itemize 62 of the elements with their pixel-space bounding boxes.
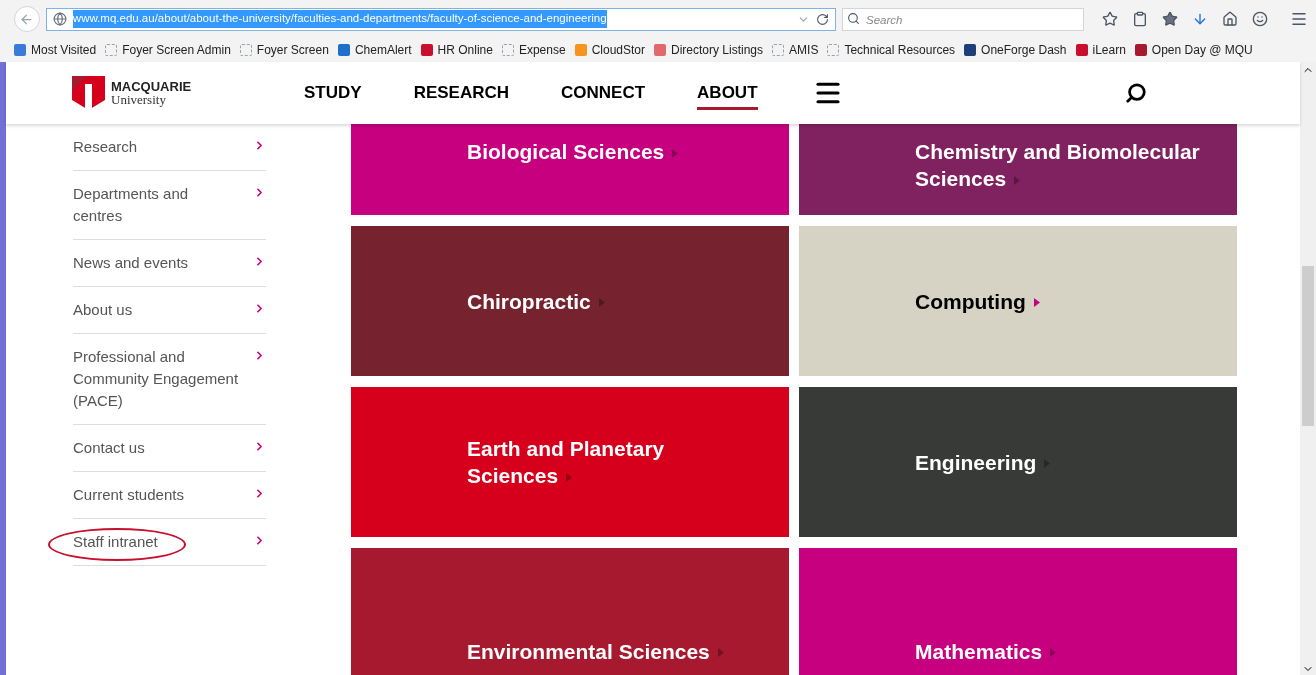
menu-icon[interactable]	[1290, 10, 1308, 28]
bookmark[interactable]: OneForge Dash	[964, 41, 1067, 59]
caret-icon	[598, 298, 605, 308]
sidebar-link[interactable]: Research	[73, 136, 241, 158]
caret-icon	[1050, 648, 1057, 658]
faculty-tile[interactable]: Chiropractic	[351, 226, 789, 376]
bookmark[interactable]: iLearn	[1075, 41, 1126, 59]
faculty-tile[interactable]: Mathematics	[799, 548, 1237, 675]
nav-link[interactable]: ABOUT	[697, 79, 758, 111]
caret-icon	[566, 472, 573, 482]
bookmark[interactable]: Most Visited	[14, 41, 97, 59]
bookmark[interactable]: Foyer Screen Admin	[105, 41, 231, 59]
nav-link[interactable]: RESEARCH	[413, 79, 510, 111]
search-icon[interactable]	[1124, 82, 1147, 104]
bookmark[interactable]: ChemAlert	[337, 41, 412, 59]
nav-link[interactable]: STUDY	[304, 79, 362, 111]
sidebar-link[interactable]: Contact us	[73, 437, 241, 459]
sidebar-link[interactable]: Professional and Community Engagement (PACE)	[73, 346, 241, 412]
url-text: www.mq.edu.au/about/about-the-university/faculties-and-departments/faculty-of-science-and-engineering	[72, 10, 607, 28]
caret-icon	[672, 148, 679, 158]
caret-icon	[1033, 298, 1040, 308]
caret-icon	[1014, 175, 1021, 185]
faculty-tile[interactable]: Computing	[799, 226, 1237, 376]
caret-icon	[717, 648, 724, 658]
faculty-tile[interactable]: Biological Sciences	[351, 124, 789, 215]
sidebar-link[interactable]: Current students	[73, 484, 241, 506]
page-icon	[501, 44, 514, 56]
clipboard-icon[interactable]	[1132, 11, 1148, 27]
bookmark[interactable]: Expense	[501, 41, 566, 59]
page-icon	[239, 44, 252, 56]
sidebar-link[interactable]: About us	[73, 299, 241, 321]
faculty-tile[interactable]: Environmental Sciences	[351, 548, 789, 675]
bookmark[interactable]: HR Online	[420, 41, 493, 59]
bookmark[interactable]: CloudStor	[574, 41, 645, 59]
bookmark[interactable]: Technical Resources	[827, 41, 956, 59]
home-icon[interactable]	[1222, 11, 1238, 27]
shield-icon	[72, 76, 105, 110]
globe-icon	[52, 12, 67, 26]
star-icon[interactable]	[1102, 11, 1118, 27]
faculty-tile[interactable]: Earth and Planetary Sciences	[351, 387, 789, 537]
sidebar-link[interactable]: Staff intranet	[73, 531, 241, 553]
page-icon	[105, 44, 118, 56]
logo-subtitle: University	[111, 93, 166, 106]
bookmark[interactable]: Foyer Screen	[239, 41, 329, 59]
smiley-icon[interactable]	[1252, 11, 1268, 27]
logo-name: MACQUARIE	[111, 80, 192, 93]
page-icon	[772, 44, 785, 56]
back-arrow-icon	[19, 11, 35, 27]
faculty-tile[interactable]: Engineering	[799, 387, 1237, 537]
nav-link[interactable]: CONNECT	[561, 79, 646, 111]
sidebar-link[interactable]: News and events	[73, 252, 241, 274]
faculty-tile[interactable]: Chemistry and Biomolecular Sciences	[799, 124, 1237, 215]
page-icon	[827, 44, 840, 56]
download-icon[interactable]	[1192, 11, 1208, 27]
bookmark[interactable]: Open Day @ MQU	[1134, 41, 1253, 59]
search-field[interactable]: Search	[842, 8, 1084, 32]
reload-icon	[816, 12, 829, 26]
university-logo[interactable]: MACQUARIE University	[72, 76, 304, 110]
bookmark[interactable]: AMIS	[772, 41, 819, 59]
bookmark[interactable]: Directory Listings	[654, 41, 764, 59]
sidebar-link[interactable]: Departments and centres	[73, 183, 241, 227]
scrollbar-thumb[interactable]	[1302, 266, 1314, 426]
